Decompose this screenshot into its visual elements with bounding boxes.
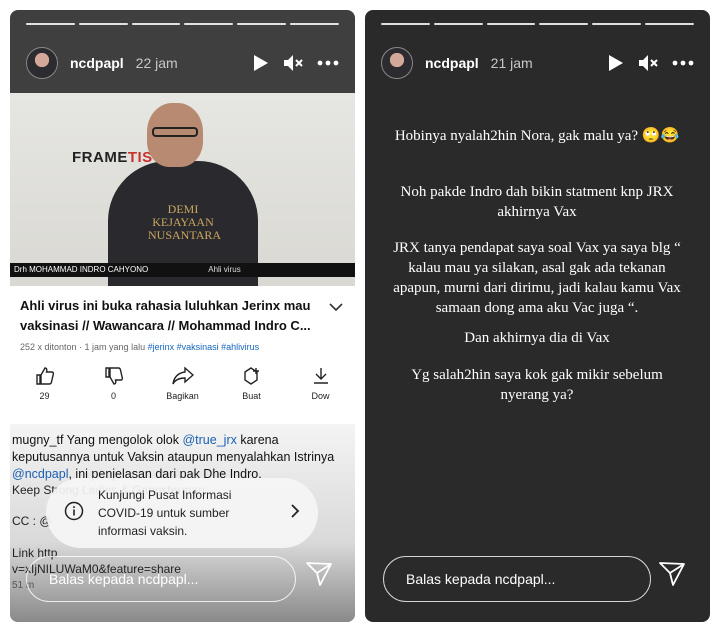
shirt-text: DEMI KEJAYAAN NUSANTARA — [148, 202, 222, 242]
story-text-line: Noh pakde Indro dah bikin statment knp J… — [400, 184, 674, 220]
story-header: ncdpapl 21 jam — [381, 46, 694, 80]
more-options-icon[interactable] — [317, 60, 339, 66]
story-text-line: Dan akhirnya dia di Vax — [464, 330, 610, 346]
frametis-logo: FRAMETIS — [72, 149, 153, 166]
chevron-down-icon[interactable] — [329, 298, 343, 316]
story-text-line: Hobinya nyalah2hin Nora, gak malu ya? 🙄😂 — [394, 128, 680, 144]
covid-banner-text: Kunjungi Pusat Informasi COVID-19 untuk … — [98, 488, 232, 538]
video-meta: 252 x ditonton · 1 jam yang lalu #jerinx… — [20, 342, 260, 352]
like-button[interactable]: 29 — [10, 366, 79, 401]
avatar[interactable] — [26, 47, 58, 79]
username[interactable]: ncdpapl — [425, 55, 479, 71]
story-right[interactable]: ncdpapl 21 jam Hobinya nyalah2hin Nora, … — [365, 10, 710, 622]
story-left[interactable]: ncdpapl 22 jam FRAMETIS DEMI KEJAYAAN NU… — [10, 10, 355, 622]
video-thumbnail[interactable]: FRAMETIS DEMI KEJAYAAN NUSANTARA Drh MOH… — [10, 93, 355, 286]
video-title[interactable]: Ahli virus ini buka rahasia luluhkan Jer… — [20, 296, 325, 336]
story-progress-bar — [26, 23, 339, 25]
play-icon[interactable] — [253, 54, 269, 72]
send-icon[interactable] — [306, 562, 332, 591]
comment-text: mugny_tf Yang mengolok olok @true_jrx ka… — [12, 433, 335, 481]
create-button[interactable]: Buat — [217, 366, 286, 401]
download-button[interactable]: Dow — [286, 366, 355, 401]
story-text-line: Yg salah2hin saya kok gak mikir sebelum … — [411, 367, 663, 403]
story-header: ncdpapl 22 jam — [26, 46, 339, 80]
more-options-icon[interactable] — [672, 60, 694, 66]
send-icon[interactable] — [659, 562, 685, 591]
video-caption: Drh MOHAMMAD INDRO CAHYONO Ahli virus — [10, 263, 355, 277]
avatar[interactable] — [381, 47, 413, 79]
username[interactable]: ncdpapl — [70, 55, 124, 71]
share-button[interactable]: Bagikan — [148, 366, 217, 401]
post-time: 22 jam — [135, 55, 178, 71]
story-progress-bar — [381, 23, 694, 25]
covid-info-banner[interactable]: Kunjungi Pusat Informasi COVID-19 untuk … — [46, 478, 318, 548]
info-icon — [64, 501, 84, 526]
post-time: 21 jam — [490, 55, 533, 71]
chevron-right-icon — [291, 503, 300, 523]
story-text-line: JRX tanya pendapat saya soal Vax ya saya… — [393, 240, 681, 316]
youtube-info-panel: Ahli virus ini buka rahasia luluhkan Jer… — [10, 286, 355, 424]
play-icon[interactable] — [608, 54, 624, 72]
mute-icon[interactable] — [638, 54, 658, 72]
dislike-button[interactable]: 0 — [79, 366, 148, 401]
reply-input[interactable]: Balas kepada ncdpapl... — [383, 556, 651, 602]
reply-input[interactable]: Balas kepada ncdpapl... — [26, 556, 296, 602]
mute-icon[interactable] — [283, 54, 303, 72]
